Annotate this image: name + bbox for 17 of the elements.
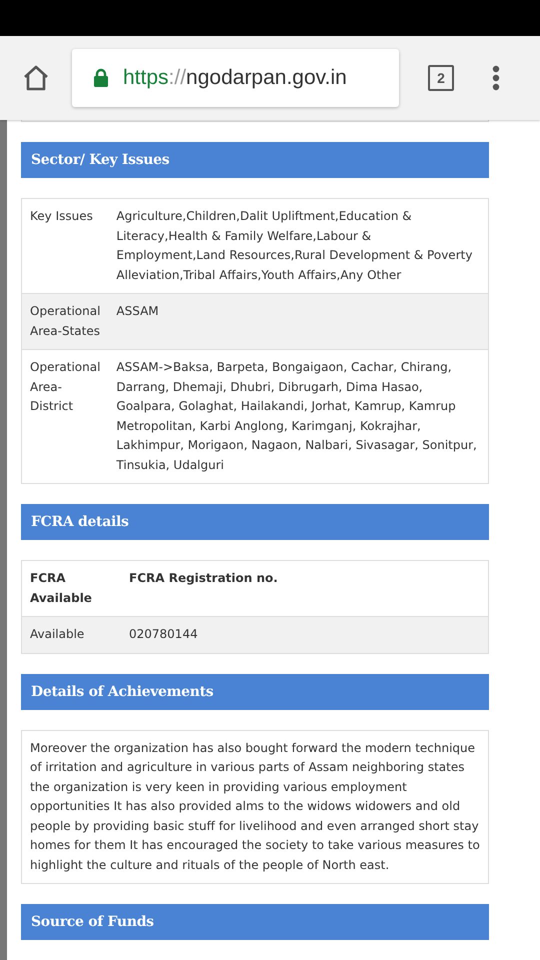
table-cell: ASSAM->Baksa, Barpeta, Bongaigaon, Cachar, Chirang, Darrang, Dhemaji, Dhubri, Dibrugarh, Dima Hasao, Goalpara, Golaghat, Hailakandi, Jorhat, Kamrup, Kamrup Metropolitan, Karbi Anglong, Karimganj, Kokrajhar, Lakhimpur, Morigaon, Nagaon, Nalbari, Sivasagar, Sonitpur, Tinsukia, Udalguri <box>108 350 488 484</box>
section-header: Source of Funds <box>21 904 489 940</box>
table-cell: Operational Area-District <box>22 350 108 484</box>
section-header: Details of Achievements <box>21 674 489 710</box>
home-icon[interactable] <box>22 64 50 92</box>
table-cell: Operational Area-States <box>22 294 108 350</box>
table-cell: ASSAM <box>108 294 488 350</box>
achievements-text: Moreover the organization has also bought forward the modern technique of irritation and agriculture in various parts of Assam neighboring states the organization is very keen in providing various employment opportunities It has also provided alms to the widows widowers and old people by providing basic stuff for livelihood and even arranged short stay homes for them It has encouraged the society to take various measures to highlight the culture and rituals of the people of North east. <box>30 740 480 874</box>
table-cell: 020780144 <box>121 616 488 653</box>
url-text: https://ngodarpan.gov.in <box>123 66 347 90</box>
menu-icon[interactable] <box>492 65 500 91</box>
section-header: FCRA details <box>21 504 489 540</box>
table-cell: Available <box>22 616 121 653</box>
address-bar[interactable]: https://ngodarpan.gov.in <box>72 49 399 107</box>
section-header: Sector/ Key Issues <box>21 142 489 178</box>
lock-icon <box>93 68 109 88</box>
tab-count-button[interactable]: 2 <box>428 65 454 91</box>
